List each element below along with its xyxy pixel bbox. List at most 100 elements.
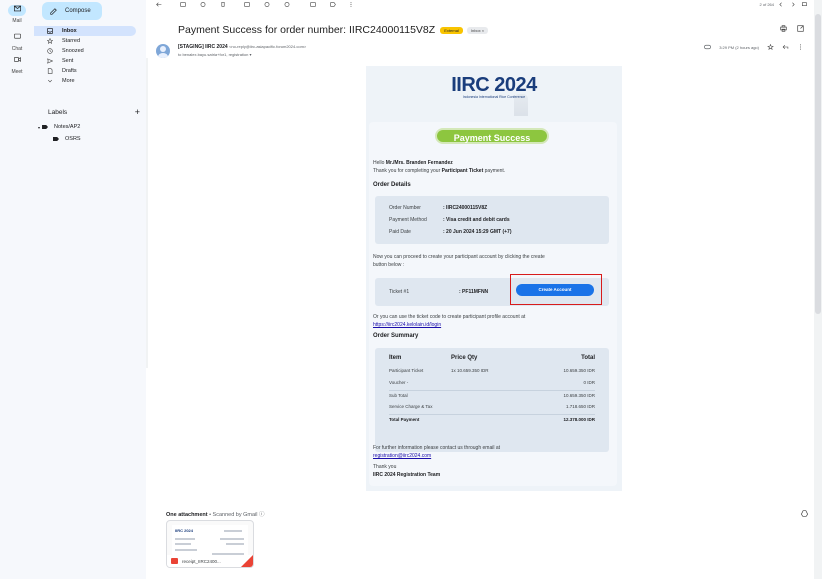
label-notes-ap2[interactable]: ▾ Notes/AP2 [38,124,80,130]
sidebar-item-inbox[interactable]: Inbox [34,26,136,36]
contact-email-link[interactable]: registration@iirc2024.com [373,453,431,459]
sidebar-item-drafts[interactable]: Drafts [34,66,136,76]
mark-unread-icon[interactable] [244,2,250,7]
label-icon[interactable] [330,2,336,7]
preview-line [175,543,191,545]
report-spam-icon[interactable] [200,2,206,7]
pencil-icon [50,7,57,15]
message-time: 3:29 PM (2 hours ago) [719,44,759,50]
add-label-button[interactable]: + [135,108,140,117]
attachment-card[interactable]: IIRC 2024 receipt_IIRC2400... [166,520,254,568]
snooze-icon[interactable] [264,2,270,7]
add-to-drive-icon[interactable] [801,510,808,517]
paid-date-row: Paid Date : 20 Jun 2024 15:29 GMT (+7) [389,229,512,235]
rail-chat[interactable]: Chat [0,31,34,52]
logo-subtitle: Indonesia International Rice Conference [462,95,526,99]
order-number-row: Order Number: IIRC24000115V8Z [389,205,487,211]
sidebar-item-more[interactable]: More [34,76,136,86]
subject-text: Payment Success for order number: IIRC24… [178,24,436,36]
signoff-team: IIRC 2024 Registration Team [373,472,441,478]
alt-line: Or you can use the ticket code to create… [373,314,526,320]
more-vert-icon[interactable] [348,2,354,7]
sender-avatar[interactable] [156,44,170,58]
logo-text: IIRC 2024 [451,74,537,96]
message-view: 2 of 264 Payment Success for order numbe… [146,0,814,579]
back-arrow-icon[interactable] [156,2,162,7]
summary-header-item: Item [389,355,402,361]
delete-icon[interactable] [220,2,226,7]
attachment-header: One attachment • Scanned by Gmail ⓘ [166,510,265,518]
rail-mail[interactable]: Mail [0,3,34,24]
compose-button[interactable]: Compose [42,2,102,20]
summary-item: Total Payment [389,417,420,422]
add-task-icon[interactable] [284,2,290,7]
sidebar-item-snoozed[interactable]: Snoozed [34,46,136,56]
archive-icon[interactable] [180,2,186,7]
label-osrs[interactable]: OSRS [53,136,81,142]
order-details-title: Order Details [373,182,411,188]
open-new-window-icon[interactable] [797,25,804,32]
payment-success-banner: Payment Success [435,128,549,144]
scrollbar-thumb[interactable] [815,14,821,314]
pdf-icon [171,558,178,564]
message-meta: 3:29 PM (2 hours ago) [704,44,804,50]
chevron-down-icon [47,79,53,83]
summary-row: Voucher - 0 IDR [389,380,595,389]
sidebar-item-label: More [62,78,75,84]
create-account-button[interactable]: Create Account [516,284,594,296]
input-tools-icon[interactable] [802,2,812,7]
iirc-logo: IIRC 2024 Indonesia International Rice C… [366,74,622,108]
summary-total: 1.718.650 IDR [565,404,595,409]
more-vert-icon[interactable] [797,44,804,50]
detail-key: Payment Method [389,217,427,223]
older-icon[interactable] [790,2,796,7]
labels-header: Labels + [48,108,140,117]
rail-meet[interactable]: Meet [0,54,34,75]
sender-address: <no-reply@iirc-asiapacific.forum2024.com… [229,44,307,49]
print-icon[interactable] [780,25,787,32]
previous-pane-edge [146,58,148,368]
send-icon [47,58,53,64]
detail-value: : 20 Jun 2024 15:29 GMT (+7) [443,229,512,235]
inbox-label-chip[interactable]: Inbox × [466,26,489,34]
order-details-box: Order Number: IIRC24000115V8Z Payment Me… [375,196,609,244]
ticket-code: : PF11MFNN [459,289,489,295]
order-summary-table: Item Price Qty Total Participant Ticket … [375,348,609,452]
email-subject: Payment Success for order number: IIRC24… [178,24,489,36]
mail-icon [8,5,26,16]
summary-row: Participant Ticket 1x 10.659.350 IDR 10.… [389,368,595,377]
sidebar-item-label: Starred [62,38,81,44]
greeting: Hello Mr./Mrs. Branden Fernandez [373,160,453,166]
thanks-line: Thank you for completing your Participan… [373,168,505,174]
scrollbar[interactable] [814,0,822,579]
attachment-title: One attachment [166,512,208,518]
detail-value: : IIRC24000115V8Z [443,205,488,211]
newer-icon[interactable] [778,2,784,7]
attachment-indicator-icon [704,44,712,50]
summary-header-price: Price Qty [451,355,478,361]
reply-icon[interactable] [782,44,789,50]
summary-total: 12.378.000 IDR [563,417,595,422]
thanks-bold: Participant Ticket [441,168,484,174]
summary-header-total: Total [581,355,595,361]
video-icon [8,56,26,67]
caret-down-icon[interactable]: ▾ [38,125,40,130]
inbox-icon [47,28,53,34]
sidebar-item-label: Sent [62,58,74,64]
recipients-line[interactable]: to benalex.bayu.satria+for1, registratio… [178,52,252,57]
rail-mail-label: Mail [12,18,22,24]
star-icon[interactable] [767,44,774,50]
sidebar-item-starred[interactable]: Starred [34,36,136,46]
detail-key: Paid Date [389,229,411,235]
sidebar-item-sent[interactable]: Sent [34,56,136,66]
clock-icon [47,48,53,54]
sidebar-item-label: Snoozed [62,48,84,54]
move-to-icon[interactable] [310,2,316,7]
thanks-suffix: payment. [483,168,506,174]
proceed-line-1: Now you can proceed to create your parti… [373,254,545,260]
payment-method-row: Payment Method: Visa credit and debit ca… [389,217,510,223]
compose-label: Compose [65,8,91,14]
gmail-app: Mail Chat Meet Compose Inbox Starred Sno… [0,0,822,579]
login-link[interactable]: https://iirc2024.kelolain.id/login [373,322,441,328]
summary-total-row: Total Payment 12.378.000 IDR [389,414,595,423]
